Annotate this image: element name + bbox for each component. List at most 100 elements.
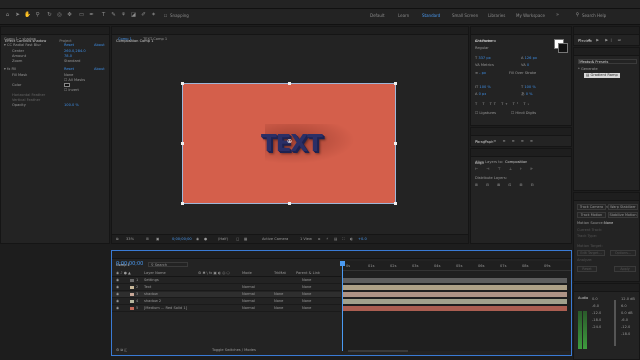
tsume-field[interactable]: あ 0 % (521, 92, 533, 97)
time-ruler[interactable]: 0s 01s 02s 03s 04s 05s 06s 07s 08s 09s (342, 264, 571, 271)
search-help-input[interactable]: Search Help (582, 13, 606, 19)
bounding-handle-tr[interactable] (394, 82, 397, 85)
layer-mode[interactable]: Normal (242, 285, 255, 290)
warp-stabilizer-button[interactable]: Warp Stabilizer (608, 204, 638, 210)
layer-name[interactable]: shadow (144, 292, 158, 297)
stroke-color-swatch[interactable] (558, 43, 568, 53)
workspace-my-workspace[interactable]: My Workspace (516, 13, 545, 19)
layer-row-3[interactable]: ◉ 3 shadow Normal None None (112, 292, 341, 298)
parent-header[interactable]: Parent & Link (296, 271, 320, 276)
ligatures-checkbox[interactable]: ☐ Ligatures (475, 111, 496, 116)
effect-cc-radial-fast-blur[interactable]: ▾ CC Radial Fast Blur (4, 43, 41, 48)
paragraph-align-buttons[interactable]: ≡ ≡ ≡ ≡ ≡ ≡ ≡ (475, 139, 535, 144)
home-icon[interactable]: ⌂ (4, 12, 11, 19)
workspace-small-screen[interactable]: Small Screen (452, 13, 478, 19)
gradient-ramp-item[interactable]: ▤ Gradient Ramp (584, 73, 620, 78)
color-channel-icon[interactable]: ● (204, 237, 207, 242)
anchor-point-icon[interactable]: ⊕ (287, 139, 292, 145)
playhead-handle[interactable] (340, 261, 345, 266)
opacity-value[interactable]: 100.0 % (64, 103, 79, 108)
roto-brush-tool-icon[interactable]: ✐ (140, 12, 147, 19)
current-time-indicator[interactable] (342, 261, 343, 351)
view-layout-dropdown[interactable]: 1 View (300, 237, 312, 242)
layer-visibility-icon[interactable]: ◉ (116, 278, 119, 283)
layer-row-1[interactable]: ◉ 1 Settings None (112, 278, 341, 284)
layer-number[interactable]: 3 (136, 292, 138, 297)
exposure-value[interactable]: +0.0 (358, 237, 367, 242)
layer-trkmat[interactable]: None (274, 299, 283, 304)
apply-button[interactable]: Apply (614, 266, 636, 272)
always-preview-icon[interactable]: ⧉ (116, 237, 119, 242)
transparency-grid-icon[interactable]: ▦ (244, 237, 247, 242)
reset-exposure-icon[interactable]: ◐ (350, 237, 353, 242)
faux-styles-row[interactable]: T T TT Tт T¹ T₁ (475, 102, 531, 107)
composition-canvas[interactable]: TEXT ⊕ (181, 82, 397, 205)
layer-bar-3[interactable] (343, 292, 567, 297)
layer-name[interactable]: shadow 2 (144, 299, 161, 304)
layer-visibility-icon[interactable]: ◉ (116, 285, 119, 290)
leading-field[interactable]: A 126 px (521, 56, 537, 61)
brush-tool-icon[interactable]: ✎ (110, 12, 117, 19)
timeline-toggle-icon[interactable]: ▤ (334, 237, 337, 242)
search-help-icon[interactable]: ⚲ (574, 12, 581, 19)
breadcrumb-comp1[interactable]: Comp 1 (118, 37, 132, 41)
rotate-tool-icon[interactable]: ↻ (46, 12, 53, 19)
eraser-tool-icon[interactable]: ◪ (130, 12, 137, 19)
layer-row-2[interactable]: ◉ 2 Text Normal None (112, 285, 341, 291)
track-motion-button[interactable]: Track Motion (577, 212, 606, 218)
layer-name[interactable]: Settings (144, 278, 159, 283)
layer-number[interactable]: 4 (136, 299, 138, 304)
pen-tool-icon[interactable]: ✒ (88, 12, 95, 19)
pan-behind-tool-icon[interactable]: ✥ (66, 12, 73, 19)
layer-visibility-icon[interactable]: ◉ (116, 292, 119, 297)
camera-tool-icon[interactable]: ◎ (56, 12, 63, 19)
layer-visibility-icon[interactable]: ◉ (116, 299, 119, 304)
generate-category[interactable]: * Generate (578, 67, 598, 72)
stroke-type-dropdown[interactable]: Fill Over Stroke (509, 71, 536, 76)
layer-mode[interactable]: Normal (242, 306, 255, 311)
toggle-pixel-aspect-icon[interactable]: ⧈ (318, 237, 320, 242)
tab-audio[interactable]: Audio (574, 294, 592, 302)
layer-row-5[interactable]: ◉ 5 [Medium ... Red Solid 1] Normal None None (112, 306, 341, 312)
layer-name-header[interactable]: Layer Name (144, 271, 166, 276)
bounding-handle-br[interactable] (394, 202, 397, 205)
layer-number[interactable]: 5 (136, 306, 138, 311)
current-time-display[interactable]: 0;00;00;00 (172, 237, 192, 242)
workspace-libraries[interactable]: Libraries (488, 13, 505, 19)
layer-trkmat[interactable]: None (274, 306, 283, 311)
region-of-interest-icon[interactable]: ▢ (236, 237, 239, 242)
effect-fill[interactable]: ▾ fx Fill (4, 67, 16, 72)
bounding-handle-tl[interactable] (181, 82, 184, 85)
workspace-standard[interactable]: Standard (422, 13, 440, 19)
layer-name[interactable]: Text (144, 285, 151, 290)
layer-bar-2[interactable] (343, 285, 567, 290)
layer-bar-4[interactable] (343, 299, 567, 304)
snapshot-icon[interactable]: ◉ (196, 237, 199, 242)
workspace-default[interactable]: Default (370, 13, 385, 19)
zoom-tool-icon[interactable]: ⚲ (34, 12, 41, 19)
layer-bar-1[interactable] (343, 278, 567, 283)
vertical-scale-field[interactable]: IT 100 % (475, 85, 491, 90)
layer-mode[interactable]: Normal (242, 299, 255, 304)
font-size-field[interactable]: T 337 px (475, 56, 491, 61)
layer-parent[interactable]: None (302, 285, 311, 290)
font-style-dropdown[interactable]: Regular (475, 46, 489, 51)
safe-margins-icon[interactable]: ⊞ (146, 237, 149, 242)
breadcrumb-text-comp1[interactable]: TEXT Comp 1 (143, 37, 167, 41)
hindi-digits-checkbox[interactable]: ☐ Hindi Digits (511, 111, 536, 116)
zoom-dropdown[interactable]: Standard (64, 59, 80, 64)
bounding-handle-bm[interactable] (288, 202, 291, 205)
font-family-dropdown[interactable]: Ant Romero (475, 39, 496, 44)
stabilize-motion-button[interactable]: Stabilize Motion (608, 212, 638, 218)
layer-bar-5[interactable] (343, 306, 567, 311)
effect2-reset[interactable]: Reset (64, 67, 74, 72)
hand-tool-icon[interactable]: ✋ (24, 12, 31, 19)
selection-tool-icon[interactable]: ➤ (14, 12, 21, 19)
kerning-field[interactable]: VA Metrics (475, 63, 494, 68)
track-camera-button[interactable]: Track Camera (577, 204, 606, 210)
effects-search-input[interactable]: ⚲ ramp (578, 59, 637, 64)
stroke-width-field[interactable]: ≡ - px (475, 71, 486, 76)
effect1-reset[interactable]: Reset (64, 43, 74, 48)
layer-parent[interactable]: None (302, 292, 311, 297)
audio-level-slider-track[interactable] (614, 300, 616, 346)
